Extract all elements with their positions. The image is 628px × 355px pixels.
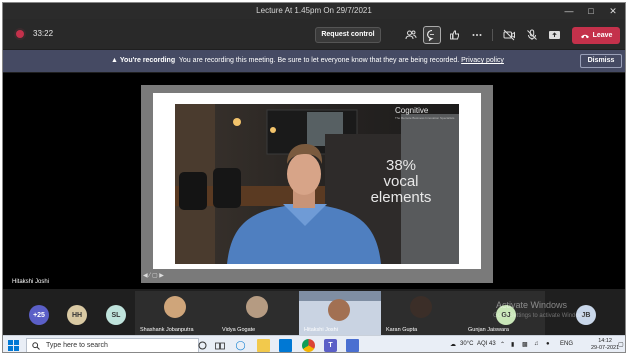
recording-banner: ▲ You're recording You are recording thi… — [3, 50, 625, 72]
slide-brand: Cognitive — [395, 106, 429, 115]
reactions-icon[interactable] — [446, 26, 464, 44]
mail-icon[interactable] — [279, 339, 292, 352]
people-icon[interactable] — [402, 26, 420, 44]
minimize-icon[interactable]: — — [559, 4, 579, 18]
presenter-name: Hitakshi Joshi — [12, 279, 50, 285]
meeting-timer: 33:22 — [33, 29, 54, 38]
app-window-icon[interactable] — [346, 339, 359, 352]
avatar — [328, 299, 350, 321]
request-control-button[interactable]: Request control — [315, 27, 381, 43]
slide-stat-percent: 38% — [385, 157, 417, 174]
more-icon[interactable] — [468, 26, 486, 44]
file-explorer-icon[interactable] — [257, 339, 270, 352]
notifications-icon[interactable]: ▢ — [618, 341, 624, 348]
task-view-icon[interactable] — [213, 339, 226, 352]
taskbar-search-box[interactable]: Type here to search — [26, 338, 199, 352]
taskbar-clock[interactable]: 14:12 29-07-2021 — [591, 338, 619, 352]
leave-button[interactable]: Leave — [572, 27, 620, 44]
meeting-toolbar: 33:22 Request control Leave — [3, 19, 625, 49]
search-placeholder: Type here to search — [46, 342, 108, 349]
windows-taskbar: Type here to search ◯ T ☁ 30°C AQI 43 ⌃ … — [3, 335, 625, 352]
participant-tile[interactable]: Karan Gupta — [381, 291, 463, 335]
participant-name: Gunjan Jaiswara — [468, 327, 509, 333]
participant-tile[interactable]: Shashank Jobanputra — [135, 291, 217, 335]
avatar — [246, 296, 268, 318]
air-quality[interactable]: AQI 43 — [477, 341, 496, 347]
slide-video: Cognitive The Remote Business Innovation… — [175, 104, 459, 264]
activate-windows-watermark: Activate Windows — [496, 300, 568, 310]
participant-name: Vidya Gogate — [222, 327, 256, 333]
participant-avatar-sl[interactable]: SL — [106, 305, 126, 325]
leave-label: Leave — [592, 32, 613, 39]
chat-icon[interactable] — [423, 26, 441, 44]
participant-avatar-hh[interactable]: HH — [67, 305, 87, 325]
participant-strip: +25 HH SL Shashank Jobanputra Vidya Goga… — [3, 289, 625, 335]
weather-temp[interactable]: 30°C — [460, 341, 473, 347]
battery-icon[interactable]: ▮ — [511, 341, 514, 348]
participant-tile-presenter[interactable]: Hitakshi Joshi — [299, 291, 381, 335]
recording-indicator-icon — [16, 30, 24, 38]
participant-name: Shashank Jobanputra — [140, 327, 194, 333]
presentation-slide: Cognitive The Remote Business Innovation… — [153, 93, 481, 269]
clock-time: 14:12 — [598, 338, 612, 344]
mic-off-icon[interactable] — [523, 26, 541, 44]
avatar — [410, 296, 432, 318]
mic-tray-icon[interactable]: ● — [546, 341, 550, 347]
participant-name: Karan Gupta — [386, 327, 418, 333]
window-title: Lecture At 1.45pm On 29/7/2021 — [256, 6, 372, 15]
edge-icon[interactable]: ◯ — [234, 339, 247, 352]
search-icon — [32, 342, 40, 350]
recording-message: ▲ You're recording You are recording thi… — [111, 57, 504, 64]
windows-start-icon[interactable] — [8, 340, 19, 351]
toolbar-divider — [492, 29, 493, 41]
share-icon[interactable] — [545, 26, 563, 44]
language-indicator[interactable]: ENG — [560, 341, 573, 347]
title-bar: Lecture At 1.45pm On 29/7/2021 — □ ✕ — [3, 3, 625, 19]
avatar — [164, 296, 186, 318]
hang-up-icon — [580, 34, 589, 38]
warning-icon: ▲ — [111, 57, 118, 64]
network-icon[interactable]: ▩ — [522, 341, 528, 348]
chrome-icon[interactable] — [302, 339, 315, 352]
participant-tile[interactable]: Vidya Gogate — [217, 291, 299, 335]
slide-brand-subtitle: The Remote Business Innovation Specialis… — [395, 116, 455, 120]
teams-icon[interactable]: T — [324, 339, 337, 352]
slide-stat-line2: vocal — [383, 173, 419, 190]
participant-name: Hitakshi Joshi — [304, 327, 338, 333]
cortana-icon[interactable] — [196, 339, 209, 352]
recording-heading: You're recording — [119, 57, 176, 64]
slide-stat-line3: elements — [370, 189, 432, 206]
weather-icon: ☁ — [450, 342, 456, 348]
recording-text: You are recording this meeting. Be sure … — [178, 57, 460, 64]
activate-windows-subtext: Go to Settings to activate Windows. — [493, 313, 588, 319]
more-participants-button[interactable]: +25 — [29, 305, 49, 325]
shared-screen: Cognitive The Remote Business Innovation… — [141, 85, 493, 283]
slide-controls[interactable]: ◀ ⁄ ▢ ▶ — [143, 272, 164, 279]
dismiss-button[interactable]: Dismiss — [580, 54, 622, 68]
slide-stat: 38% vocal elements — [351, 158, 451, 206]
content-stage: Cognitive The Remote Business Innovation… — [3, 73, 625, 289]
maximize-icon[interactable]: □ — [581, 4, 601, 18]
clock-date: 29-07-2021 — [591, 345, 620, 351]
close-icon[interactable]: ✕ — [603, 4, 623, 18]
volume-icon[interactable]: ♫ — [534, 341, 539, 347]
teams-meeting-window: Lecture At 1.45pm On 29/7/2021 — □ ✕ 33:… — [2, 2, 626, 353]
camera-off-icon[interactable] — [500, 26, 518, 44]
privacy-policy-link[interactable]: Privacy policy — [461, 57, 504, 64]
tray-arrow-icon[interactable]: ⌃ — [500, 341, 505, 348]
